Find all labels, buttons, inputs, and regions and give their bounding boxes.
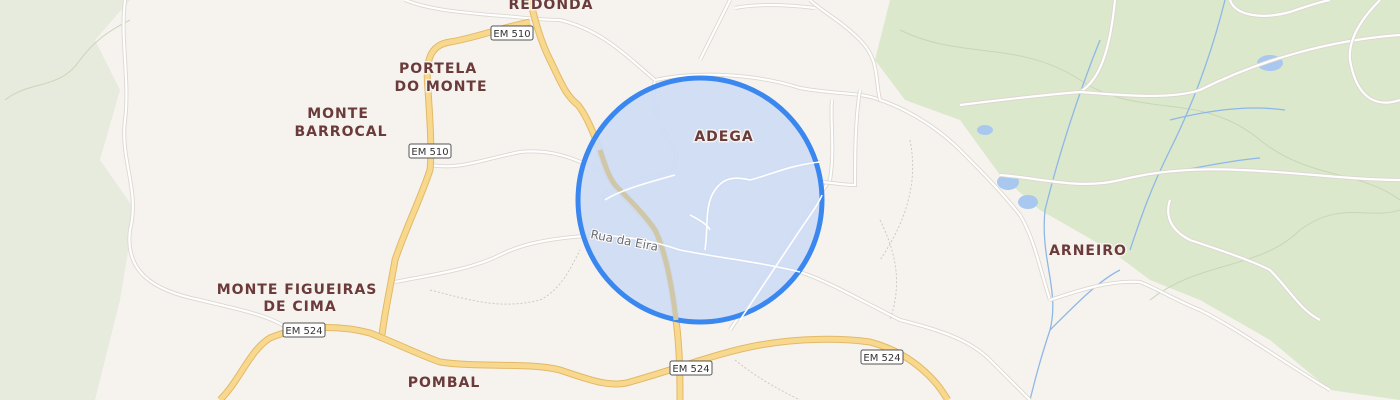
- road-shield: EM 510: [490, 25, 534, 41]
- place-label-redonda[interactable]: REDONDA: [507, 0, 594, 15]
- place-label-monte-barrocal[interactable]: MONTE BARROCAL: [293, 105, 388, 142]
- place-label-adega[interactable]: ADEGA: [693, 128, 754, 147]
- forest-left: [0, 0, 135, 400]
- svg-text:EM 524: EM 524: [863, 353, 900, 364]
- forest-east: [875, 0, 1400, 400]
- place-label-pombal[interactable]: POMBAL: [406, 374, 481, 393]
- map-canvas[interactable]: Rua da Eira EM 510 EM 510 EM 524 EM 524 …: [0, 0, 1400, 400]
- road-shield: EM 510: [408, 143, 452, 159]
- map-view[interactable]: Rua da Eira EM 510 EM 510 EM 524 EM 524 …: [0, 0, 1400, 400]
- place-label-portela-do-monte[interactable]: PORTELA DO MONTE: [393, 60, 488, 97]
- track-4: [734, 359, 801, 400]
- place-label-arneiro[interactable]: ARNEIRO: [1048, 242, 1128, 261]
- svg-text:EM 510: EM 510: [493, 29, 530, 40]
- selected-area[interactable]: [575, 75, 825, 325]
- pond-2: [977, 125, 993, 135]
- svg-text:EM 524: EM 524: [285, 326, 322, 337]
- road-west-loop: [122, 0, 291, 331]
- road-em524: [218, 325, 951, 400]
- track-1: [429, 249, 581, 305]
- track-2: [879, 219, 897, 321]
- svg-text:EM 510: EM 510: [411, 147, 448, 158]
- road-shield: EM 524: [669, 360, 713, 376]
- road-shield: EM 524: [282, 322, 326, 338]
- track-3: [879, 139, 914, 261]
- road-shield: EM 524: [860, 349, 904, 365]
- stream-5: [1049, 269, 1121, 331]
- svg-text:EM 524: EM 524: [672, 364, 709, 375]
- pond-4: [1018, 195, 1038, 209]
- selection-circle[interactable]: [575, 75, 825, 325]
